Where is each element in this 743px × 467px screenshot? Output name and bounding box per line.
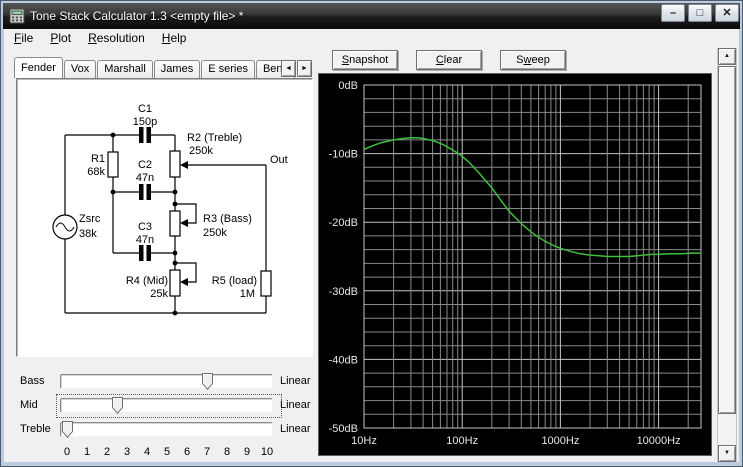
slider-label-mid: Mid [20, 399, 38, 411]
svg-text:1000Hz: 1000Hz [541, 435, 579, 447]
label-r2: R2 (Treble) [187, 132, 242, 144]
circuit-panel: C1 150p R2 (Treble) 250k R1 68k C2 47n O… [16, 78, 313, 357]
slider-track-mid[interactable] [60, 398, 273, 413]
slider-mode-treble: Linear [280, 423, 311, 435]
scale-number-7: 7 [203, 446, 211, 458]
menu-item-plot[interactable]: Plot [43, 29, 78, 47]
wiper-arrow-icons [180, 161, 188, 286]
slider-mode-bass: Linear [280, 375, 311, 387]
label-r3: R3 (Bass) [203, 213, 252, 225]
svg-text:10000Hz: 10000Hz [637, 435, 681, 447]
label-r5: R5 (load) [212, 275, 257, 287]
svg-text:10Hz: 10Hz [351, 435, 377, 447]
app-calculator-icon [9, 8, 25, 24]
label-r4: R4 (Mid) [126, 275, 168, 287]
scrollbar-thumb[interactable] [718, 66, 736, 414]
window-controls: – □ ✕ [661, 4, 739, 22]
svg-text:0dB: 0dB [338, 80, 358, 92]
label-c2-value: 47n [136, 172, 154, 184]
svg-text:-40dB: -40dB [329, 354, 358, 366]
sweep-button[interactable]: Sweep [500, 50, 566, 70]
label-r1-value: 68k [87, 166, 105, 178]
slider-track-treble[interactable] [60, 422, 273, 437]
app-window: { "window": { "title": "Tone Stack Calcu… [0, 0, 743, 467]
label-r3-value: 250k [203, 227, 227, 239]
menu-item-file[interactable]: File [7, 29, 40, 47]
close-button[interactable]: ✕ [715, 4, 739, 22]
tab-fender[interactable]: Fender [14, 57, 63, 78]
clear-button[interactable]: Clear [416, 50, 482, 70]
svg-text:100Hz: 100Hz [446, 435, 478, 447]
scale-number-10: 10 [260, 446, 274, 458]
snapshot-button[interactable]: Snapshot [332, 50, 398, 70]
scale-number-2: 2 [103, 446, 111, 458]
slider-thumb-treble[interactable] [61, 421, 73, 439]
label-r2-value: 250k [189, 145, 213, 157]
slider-thumb-bass[interactable] [201, 373, 213, 391]
label-c3: C3 [138, 221, 152, 233]
tab-strip: Fender Vox Marshall James E series Benc [14, 57, 296, 78]
tab-vox[interactable]: Vox [63, 60, 97, 78]
window-title: Tone Stack Calculator 1.3 <empty file> * [30, 9, 244, 23]
label-c1: C1 [138, 103, 152, 115]
svg-text:-20dB: -20dB [329, 217, 358, 229]
label-r4-value: 25k [150, 288, 168, 300]
tab-e-series[interactable]: E series [201, 60, 255, 78]
frequency-response-plot: 0dB -10dB -20dB -30dB -40dB -50dB10Hz 100Hz 100… [329, 80, 702, 447]
label-zsrc-value: 38k [79, 228, 97, 240]
svg-text:-30dB: -30dB [329, 286, 358, 298]
svg-text:-10dB: -10dB [329, 149, 358, 161]
label-r1: R1 [91, 153, 105, 165]
minimize-button[interactable]: – [661, 4, 685, 22]
scale-number-0: 0 [63, 446, 71, 458]
tab-scroll-left-icon[interactable]: ◄ [281, 60, 296, 77]
scale-number-5: 5 [163, 446, 171, 458]
scale-number-1: 1 [83, 446, 91, 458]
title-bar: Tone Stack Calculator 1.3 <empty file> * [3, 3, 740, 29]
label-zsrc: Zsrc [79, 213, 101, 225]
scale-number-9: 9 [243, 446, 251, 458]
slider-track-bass[interactable] [60, 374, 273, 389]
tab-james[interactable]: James [153, 60, 201, 78]
slider-label-bass: Bass [20, 375, 45, 387]
maximize-button[interactable]: □ [688, 4, 712, 22]
menu-bar: File Plot Resolution Help [4, 29, 719, 48]
label-out: Out [270, 154, 288, 166]
schematic-canvas: C1 150p R2 (Treble) 250k R1 68k C2 47n O… [52, 103, 288, 316]
scale-number-8: 8 [223, 446, 231, 458]
label-c3-value: 47n [136, 234, 154, 246]
label-c2: C2 [138, 159, 152, 171]
scrollbar-down-icon[interactable]: ▼ [718, 445, 736, 462]
slider-label-treble: Treble [20, 423, 51, 435]
menu-item-resolution[interactable]: Resolution [81, 29, 152, 47]
slider-thumb-mid[interactable] [111, 397, 123, 415]
plot-panel: 0dB -10dB -20dB -30dB -40dB -50dB 10Hz 100Hz 100… [318, 73, 712, 456]
tab-marshall[interactable]: Marshall [97, 60, 153, 78]
slider-mode-mid: Linear [280, 399, 311, 411]
scale-number-6: 6 [183, 446, 191, 458]
label-r5-value: 1M [240, 288, 255, 300]
scale-number-3: 3 [123, 446, 131, 458]
svg-text:-50dB: -50dB [329, 423, 358, 435]
label-c1-value: 150p [133, 116, 157, 128]
menu-item-help[interactable]: Help [155, 29, 194, 47]
scale-number-4: 4 [143, 446, 151, 458]
scrollbar-up-icon[interactable]: ▲ [718, 48, 736, 65]
plot-vertical-scrollbar[interactable]: ▲ ▼ [717, 48, 737, 462]
tab-scroll-right-icon[interactable]: ► [297, 60, 312, 77]
